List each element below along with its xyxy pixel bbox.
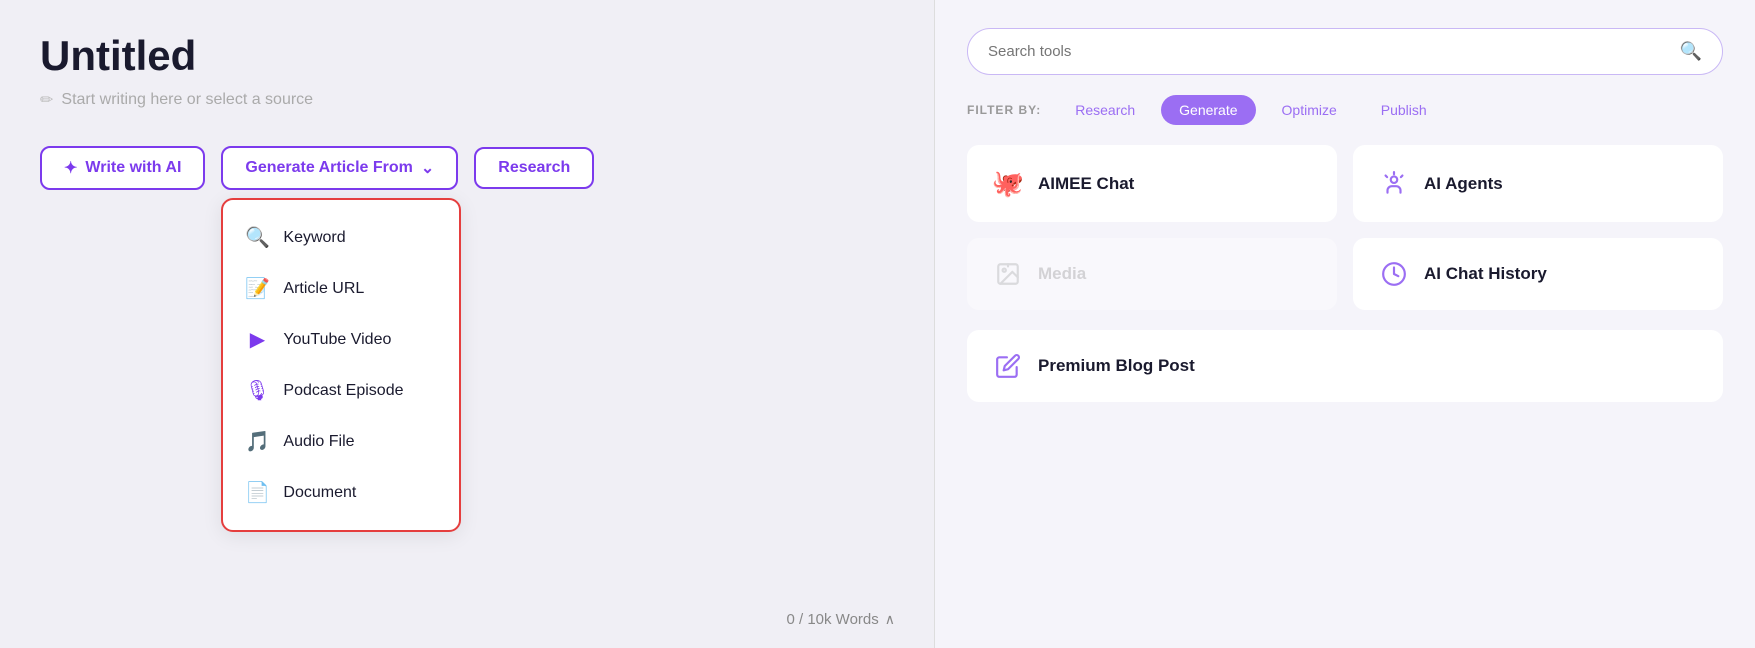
pencil-icon: ✏ xyxy=(40,90,53,110)
ai-chat-history-label: AI Chat History xyxy=(1424,264,1547,284)
ai-agents-label: AI Agents xyxy=(1424,174,1503,194)
page-title: Untitled xyxy=(40,32,895,80)
right-panel: 🔍 FILTER BY: Research Generate Optimize … xyxy=(935,0,1755,648)
panel-divider xyxy=(934,0,935,648)
dropdown-item-youtube[interactable]: ▶ YouTube Video xyxy=(223,314,459,365)
media-icon xyxy=(992,261,1024,287)
tab-publish[interactable]: Publish xyxy=(1363,95,1445,125)
dropdown-item-keyword-label: Keyword xyxy=(283,229,345,247)
left-panel: Untitled ✏ Start writing here or select … xyxy=(0,0,935,648)
premium-blog-post-label: Premium Blog Post xyxy=(1038,356,1195,376)
subtitle-text: Start writing here or select a source xyxy=(61,91,313,109)
tool-card-media: Media xyxy=(967,238,1337,310)
tab-optimize[interactable]: Optimize xyxy=(1264,95,1355,125)
chevron-up-icon: ∧ xyxy=(885,611,895,628)
media-label: Media xyxy=(1038,264,1086,284)
dropdown-item-article-label: Article URL xyxy=(283,280,364,298)
generate-dropdown-menu: 🔍 Keyword 📝 Article URL ▶ YouTube Video … xyxy=(221,198,461,532)
ai-chat-history-icon xyxy=(1378,261,1410,287)
dropdown-item-keyword[interactable]: 🔍 Keyword xyxy=(223,212,459,263)
youtube-icon: ▶ xyxy=(245,327,269,352)
chevron-down-icon: ⌄ xyxy=(421,158,434,178)
sparkle-icon: ✦ xyxy=(64,158,77,178)
generate-dropdown-wrapper: Generate Article From ⌄ 🔍 Keyword 📝 Arti… xyxy=(221,146,458,190)
search-input[interactable] xyxy=(988,43,1670,60)
search-bar: 🔍 xyxy=(967,28,1723,75)
generate-label: Generate Article From xyxy=(245,159,412,177)
ai-agents-icon xyxy=(1378,171,1410,197)
subtitle-row: ✏ Start writing here or select a source xyxy=(40,90,895,110)
tool-card-aimee-chat[interactable]: 🐙 AIMEE Chat xyxy=(967,145,1337,222)
filter-tabs: Research Generate Optimize Publish xyxy=(1057,95,1444,125)
toolbar: ✦ Write with AI Generate Article From ⌄ … xyxy=(40,146,895,190)
aimee-chat-label: AIMEE Chat xyxy=(1038,174,1134,194)
research-label: Research xyxy=(498,159,570,177)
filter-by-label: FILTER BY: xyxy=(967,103,1041,117)
word-count-value: 0 / 10k Words xyxy=(786,611,878,628)
dropdown-item-audio[interactable]: 🎵 Audio File xyxy=(223,416,459,467)
keyword-icon: 🔍 xyxy=(245,225,269,250)
dropdown-item-document-label: Document xyxy=(283,484,356,502)
aimee-chat-icon: 🐙 xyxy=(992,168,1024,199)
article-url-icon: 📝 xyxy=(245,276,269,301)
generate-article-button[interactable]: Generate Article From ⌄ xyxy=(221,146,458,190)
premium-blog-post-icon xyxy=(992,353,1024,379)
tool-card-premium-blog-post[interactable]: Premium Blog Post xyxy=(967,330,1723,402)
dropdown-item-podcast-label: Podcast Episode xyxy=(283,382,403,400)
dropdown-item-youtube-label: YouTube Video xyxy=(283,331,391,349)
search-icon: 🔍 xyxy=(1680,41,1702,62)
dropdown-item-podcast[interactable]: 🎙 Podcast Episode xyxy=(223,365,459,416)
audio-icon: 🎵 xyxy=(245,429,269,454)
dropdown-item-article[interactable]: 📝 Article URL xyxy=(223,263,459,314)
filter-section: FILTER BY: Research Generate Optimize Pu… xyxy=(967,95,1723,125)
tool-card-ai-agents[interactable]: AI Agents xyxy=(1353,145,1723,222)
tool-card-ai-chat-history[interactable]: AI Chat History xyxy=(1353,238,1723,310)
word-count: 0 / 10k Words ∧ xyxy=(786,611,895,628)
tools-grid: 🐙 AIMEE Chat AI Agents xyxy=(967,145,1723,310)
write-ai-label: Write with AI xyxy=(85,159,181,177)
dropdown-item-document[interactable]: 📄 Document xyxy=(223,467,459,518)
dropdown-item-audio-label: Audio File xyxy=(283,433,354,451)
tab-research[interactable]: Research xyxy=(1057,95,1153,125)
research-button[interactable]: Research xyxy=(474,147,594,189)
podcast-icon: 🎙 xyxy=(245,378,269,403)
write-with-ai-button[interactable]: ✦ Write with AI xyxy=(40,146,205,190)
tab-generate[interactable]: Generate xyxy=(1161,95,1255,125)
document-icon: 📄 xyxy=(245,480,269,505)
